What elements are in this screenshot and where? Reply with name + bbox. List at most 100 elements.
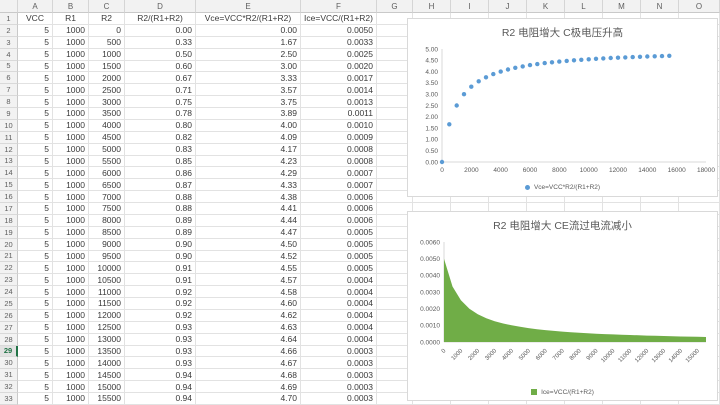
row-header-26[interactable]: 26 xyxy=(0,310,18,322)
cell-A4[interactable]: 5 xyxy=(18,49,53,61)
cell-D8[interactable]: 0.75 xyxy=(125,96,196,108)
cell-E15[interactable]: 4.33 xyxy=(196,179,301,191)
cell-C6[interactable]: 2000 xyxy=(89,72,125,84)
cell-A21[interactable]: 5 xyxy=(18,251,53,263)
cell-D26[interactable]: 0.92 xyxy=(125,310,196,322)
cell-E29[interactable]: 4.66 xyxy=(196,346,301,358)
cell-F3[interactable]: 0.0033 xyxy=(301,37,377,49)
cell-A5[interactable]: 5 xyxy=(18,61,53,73)
cell-F9[interactable]: 0.0011 xyxy=(301,108,377,120)
column-header-J[interactable]: J xyxy=(489,0,527,13)
cell-E9[interactable]: 3.89 xyxy=(196,108,301,120)
cell-B3[interactable]: 1000 xyxy=(53,37,89,49)
select-all-corner[interactable] xyxy=(0,0,18,13)
cell-B9[interactable]: 1000 xyxy=(53,108,89,120)
row-header-17[interactable]: 17 xyxy=(0,203,18,215)
cell-E14[interactable]: 4.29 xyxy=(196,167,301,179)
cell-C29[interactable]: 13500 xyxy=(89,346,125,358)
cell-B16[interactable]: 1000 xyxy=(53,191,89,203)
cell-D17[interactable]: 0.88 xyxy=(125,203,196,215)
cell-F20[interactable]: 0.0005 xyxy=(301,239,377,251)
column-header-H[interactable]: H xyxy=(413,0,451,13)
cell-A3[interactable]: 5 xyxy=(18,37,53,49)
cell-A25[interactable]: 5 xyxy=(18,298,53,310)
cell-B33[interactable]: 1000 xyxy=(53,393,89,405)
row-header-21[interactable]: 21 xyxy=(0,251,18,263)
cell-B22[interactable]: 1000 xyxy=(53,262,89,274)
cell-D33[interactable]: 0.94 xyxy=(125,393,196,405)
cell-A2[interactable]: 5 xyxy=(18,25,53,37)
row-header-16[interactable]: 16 xyxy=(0,191,18,203)
row-header-25[interactable]: 25 xyxy=(0,298,18,310)
cell-D23[interactable]: 0.91 xyxy=(125,274,196,286)
cell-F24[interactable]: 0.0004 xyxy=(301,286,377,298)
cell-D13[interactable]: 0.85 xyxy=(125,156,196,168)
cell-A19[interactable]: 5 xyxy=(18,227,53,239)
cell-D14[interactable]: 0.86 xyxy=(125,167,196,179)
cell-A17[interactable]: 5 xyxy=(18,203,53,215)
cell-C3[interactable]: 500 xyxy=(89,37,125,49)
cell-B32[interactable]: 1000 xyxy=(53,381,89,393)
row-header-23[interactable]: 23 xyxy=(0,274,18,286)
cell-E13[interactable]: 4.23 xyxy=(196,156,301,168)
cell-F26[interactable]: 0.0004 xyxy=(301,310,377,322)
cell-B29[interactable]: 1000 xyxy=(53,346,89,358)
row-header-19[interactable]: 19 xyxy=(0,227,18,239)
cell-C7[interactable]: 2500 xyxy=(89,84,125,96)
cell-A8[interactable]: 5 xyxy=(18,96,53,108)
cell-C16[interactable]: 7000 xyxy=(89,191,125,203)
cell-F15[interactable]: 0.0007 xyxy=(301,179,377,191)
cell-E4[interactable]: 2.50 xyxy=(196,49,301,61)
cell-A20[interactable]: 5 xyxy=(18,239,53,251)
row-header-10[interactable]: 10 xyxy=(0,120,18,132)
row-header-12[interactable]: 12 xyxy=(0,144,18,156)
cell-D5[interactable]: 0.60 xyxy=(125,61,196,73)
cell-C25[interactable]: 11500 xyxy=(89,298,125,310)
cell-C4[interactable]: 1000 xyxy=(89,49,125,61)
cell-F12[interactable]: 0.0008 xyxy=(301,144,377,156)
cell-B1[interactable]: R1 xyxy=(53,13,89,25)
cell-E16[interactable]: 4.38 xyxy=(196,191,301,203)
cell-B14[interactable]: 1000 xyxy=(53,167,89,179)
row-header-13[interactable]: 13 xyxy=(0,156,18,168)
row-header-15[interactable]: 15 xyxy=(0,179,18,191)
cell-E19[interactable]: 4.47 xyxy=(196,227,301,239)
cell-C8[interactable]: 3000 xyxy=(89,96,125,108)
cell-C2[interactable]: 0 xyxy=(89,25,125,37)
cell-E24[interactable]: 4.58 xyxy=(196,286,301,298)
cell-B2[interactable]: 1000 xyxy=(53,25,89,37)
cell-F31[interactable]: 0.0003 xyxy=(301,369,377,381)
cell-F1[interactable]: Ice=VCC/(R1+R2) xyxy=(301,13,377,25)
cell-B24[interactable]: 1000 xyxy=(53,286,89,298)
cell-C32[interactable]: 15000 xyxy=(89,381,125,393)
cell-F22[interactable]: 0.0005 xyxy=(301,262,377,274)
cell-D19[interactable]: 0.89 xyxy=(125,227,196,239)
cell-B21[interactable]: 1000 xyxy=(53,251,89,263)
cell-D2[interactable]: 0.00 xyxy=(125,25,196,37)
cell-D11[interactable]: 0.82 xyxy=(125,132,196,144)
cell-A10[interactable]: 5 xyxy=(18,120,53,132)
cell-B20[interactable]: 1000 xyxy=(53,239,89,251)
cell-F6[interactable]: 0.0017 xyxy=(301,72,377,84)
row-header-6[interactable]: 6 xyxy=(0,72,18,84)
row-header-29[interactable]: 29 xyxy=(0,346,18,358)
cell-A32[interactable]: 5 xyxy=(18,381,53,393)
cell-D21[interactable]: 0.90 xyxy=(125,251,196,263)
cell-D30[interactable]: 0.93 xyxy=(125,357,196,369)
row-header-9[interactable]: 9 xyxy=(0,108,18,120)
cell-A9[interactable]: 5 xyxy=(18,108,53,120)
cell-E8[interactable]: 3.75 xyxy=(196,96,301,108)
row-header-28[interactable]: 28 xyxy=(0,334,18,346)
cell-D31[interactable]: 0.94 xyxy=(125,369,196,381)
column-header-N[interactable]: N xyxy=(641,0,679,13)
cell-D27[interactable]: 0.93 xyxy=(125,322,196,334)
cell-D29[interactable]: 0.93 xyxy=(125,346,196,358)
cell-F18[interactable]: 0.0006 xyxy=(301,215,377,227)
cell-F25[interactable]: 0.0004 xyxy=(301,298,377,310)
row-header-7[interactable]: 7 xyxy=(0,84,18,96)
cell-F16[interactable]: 0.0006 xyxy=(301,191,377,203)
cell-B15[interactable]: 1000 xyxy=(53,179,89,191)
cell-F11[interactable]: 0.0009 xyxy=(301,132,377,144)
column-header-A[interactable]: A xyxy=(18,0,53,13)
cell-A7[interactable]: 5 xyxy=(18,84,53,96)
